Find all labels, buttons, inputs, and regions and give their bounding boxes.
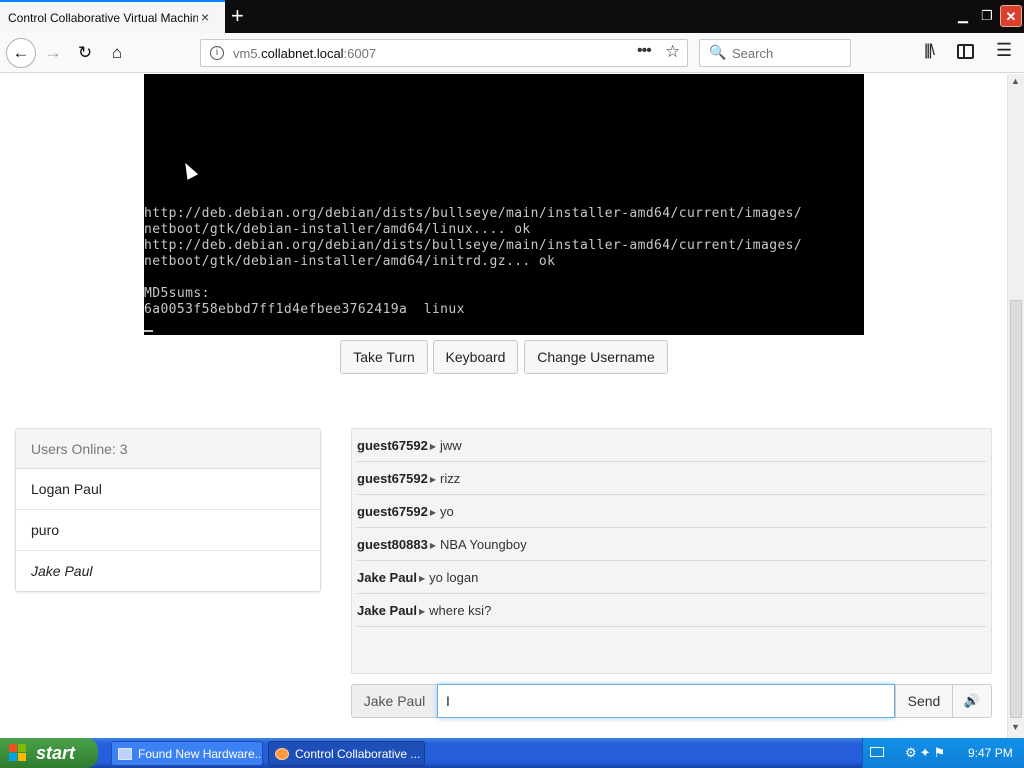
caret-right-icon: ▶ xyxy=(429,541,436,550)
send-button[interactable]: Send xyxy=(895,684,953,718)
chat-text: yo logan xyxy=(429,570,479,585)
caret-right-icon: ▶ xyxy=(419,574,426,583)
chat-messages-panel: guest67592 ▶ jww guest67592 ▶ rizz guest6759… xyxy=(351,428,992,674)
search-placeholder: Search xyxy=(732,46,774,61)
chat-text: yo xyxy=(439,504,454,519)
page-content: http://deb.debian.org/debian/dists/bulls… xyxy=(0,74,1007,738)
scroll-down-icon[interactable]: ▼ xyxy=(1011,722,1020,732)
caret-right-icon: ▶ xyxy=(429,508,436,517)
chat-message: Jake Paul ▶ yo logan xyxy=(357,561,986,594)
back-button[interactable]: ← xyxy=(6,38,36,68)
windows-logo-icon xyxy=(9,744,27,762)
window-minimize-button[interactable]: ▁ xyxy=(952,5,974,27)
new-tab-icon[interactable]: + xyxy=(231,3,244,29)
user-list-item: Logan Paul xyxy=(16,469,320,510)
reload-button[interactable]: ↻ xyxy=(72,41,98,65)
taskbar: start Found New Hardware... Control Coll… xyxy=(0,738,1024,768)
user-list-item-self: Jake Paul xyxy=(31,563,93,579)
window-close-button[interactable]: ✕ xyxy=(1000,5,1022,27)
info-icon[interactable]: i xyxy=(210,46,224,60)
vm-display[interactable]: http://deb.debian.org/debian/dists/bulls… xyxy=(144,74,864,335)
user-list-item: puro xyxy=(16,510,320,551)
tab-active[interactable]: Control Collaborative Virtual Machines! … xyxy=(0,0,225,33)
terminal-line: MD5sums: xyxy=(144,286,210,301)
sidebar-toggle-icon[interactable] xyxy=(957,44,974,59)
chat-form: Jake Paul Send 🔊 xyxy=(351,684,992,718)
taskbar-item-label: Control Collaborative ... xyxy=(295,747,421,761)
window-restore-button[interactable]: ❐ xyxy=(976,5,998,27)
hamburger-menu-icon[interactable]: ☰ xyxy=(996,40,1012,61)
chat-text: rizz xyxy=(439,471,461,486)
chat-username: guest80883 xyxy=(357,537,428,552)
chat-message: guest67592 ▶ rizz xyxy=(357,462,986,495)
library-icon[interactable]: |||\ xyxy=(924,42,935,60)
url-domain: collabnet.local xyxy=(261,46,344,61)
chat-username: Jake Paul xyxy=(357,570,417,585)
forward-button[interactable]: → xyxy=(40,41,66,65)
chat-username: guest67592 xyxy=(357,504,428,519)
mouse-cursor-icon xyxy=(179,160,199,180)
chat-username: guest67592 xyxy=(357,471,428,486)
terminal-line: http://deb.debian.org/debian/dists/bulls… xyxy=(144,238,803,253)
vertical-scrollbar[interactable]: ▲ ▼ xyxy=(1007,74,1024,738)
home-button[interactable]: ⌂ xyxy=(104,41,130,65)
taskbar-item-firefox[interactable]: Control Collaborative ... xyxy=(268,741,425,766)
page-actions-icon[interactable]: ••• xyxy=(637,42,652,60)
chat-username: guest67592 xyxy=(357,438,428,453)
nav-bar: ← → ↻ ⌂ i vm5.collabnet.local:6007 ••• ☆… xyxy=(0,33,1024,73)
users-online-header: Users Online: 3 xyxy=(16,429,320,469)
url-text[interactable]: vm5.collabnet.local:6007 xyxy=(233,46,376,61)
chat-message: guest67592 ▶ yo xyxy=(357,495,986,528)
terminal-line: netboot/gtk/debian-installer/amd64/initr… xyxy=(144,254,556,269)
tab-close-icon[interactable]: × xyxy=(201,9,209,25)
taskbar-item-found-new-hardware[interactable]: Found New Hardware... xyxy=(111,741,263,766)
keyboard-layout-icon[interactable] xyxy=(870,747,884,757)
chat-text: jww xyxy=(439,438,462,453)
scroll-up-icon[interactable]: ▲ xyxy=(1011,76,1020,86)
chat-text: NBA Youngboy xyxy=(439,537,527,552)
caret-right-icon: ▶ xyxy=(419,607,426,616)
caret-right-icon: ▶ xyxy=(429,475,436,484)
terminal-line: netboot/gtk/debian-installer/amd64/linux… xyxy=(144,222,531,237)
speaker-icon: 🔊 xyxy=(963,693,981,708)
chat-username-label: Jake Paul xyxy=(351,684,438,718)
terminal-line: 6a0053f58ebbd7ff1d4efbee3762419a linux xyxy=(144,302,465,317)
change-username-button[interactable]: Change Username xyxy=(524,340,668,374)
terminal-line: http://deb.debian.org/debian/dists/bulls… xyxy=(144,206,803,221)
window-icon xyxy=(118,748,132,760)
keyboard-button[interactable]: Keyboard xyxy=(433,340,518,374)
url-host: vm5. xyxy=(233,46,262,61)
url-port: :6007 xyxy=(343,46,377,61)
system-tray: ⚙✦⚑ 9:47 PM xyxy=(862,738,1024,768)
clock: 9:47 PM xyxy=(968,746,1013,760)
caret-right-icon: ▶ xyxy=(429,442,436,451)
tab-strip: Control Collaborative Virtual Machines! … xyxy=(0,0,1024,33)
bookmark-star-icon[interactable]: ☆ xyxy=(665,42,680,62)
chat-message: guest80883 ▶ NBA Youngboy xyxy=(357,528,986,561)
chat-input[interactable] xyxy=(437,684,895,718)
search-bar[interactable]: 🔍 Search xyxy=(699,39,851,67)
take-turn-button[interactable]: Take Turn xyxy=(340,340,428,374)
chat-message: guest67592 ▶ jww xyxy=(357,429,986,462)
tab-title: Control Collaborative Virtual Machines! xyxy=(8,11,198,25)
scrollbar-thumb[interactable] xyxy=(1010,300,1022,718)
start-label: start xyxy=(36,743,76,763)
tray-status-icons[interactable]: ⚙✦⚑ xyxy=(905,745,948,761)
users-online-panel: Users Online: 3 Logan Paul puro Jake Pau… xyxy=(15,428,321,592)
chat-username: Jake Paul xyxy=(357,603,417,618)
url-bar[interactable]: i vm5.collabnet.local:6007 ••• ☆ xyxy=(200,39,688,67)
start-button[interactable]: start xyxy=(0,738,98,768)
sound-toggle-button[interactable]: 🔊 xyxy=(952,684,992,718)
chat-text: where ksi? xyxy=(429,603,492,618)
terminal-cursor xyxy=(144,330,153,332)
chat-message: Jake Paul ▶ where ksi? xyxy=(357,594,986,627)
taskbar-item-label: Found New Hardware... xyxy=(138,747,263,761)
firefox-icon xyxy=(275,748,289,760)
search-icon: 🔍 xyxy=(709,44,727,60)
